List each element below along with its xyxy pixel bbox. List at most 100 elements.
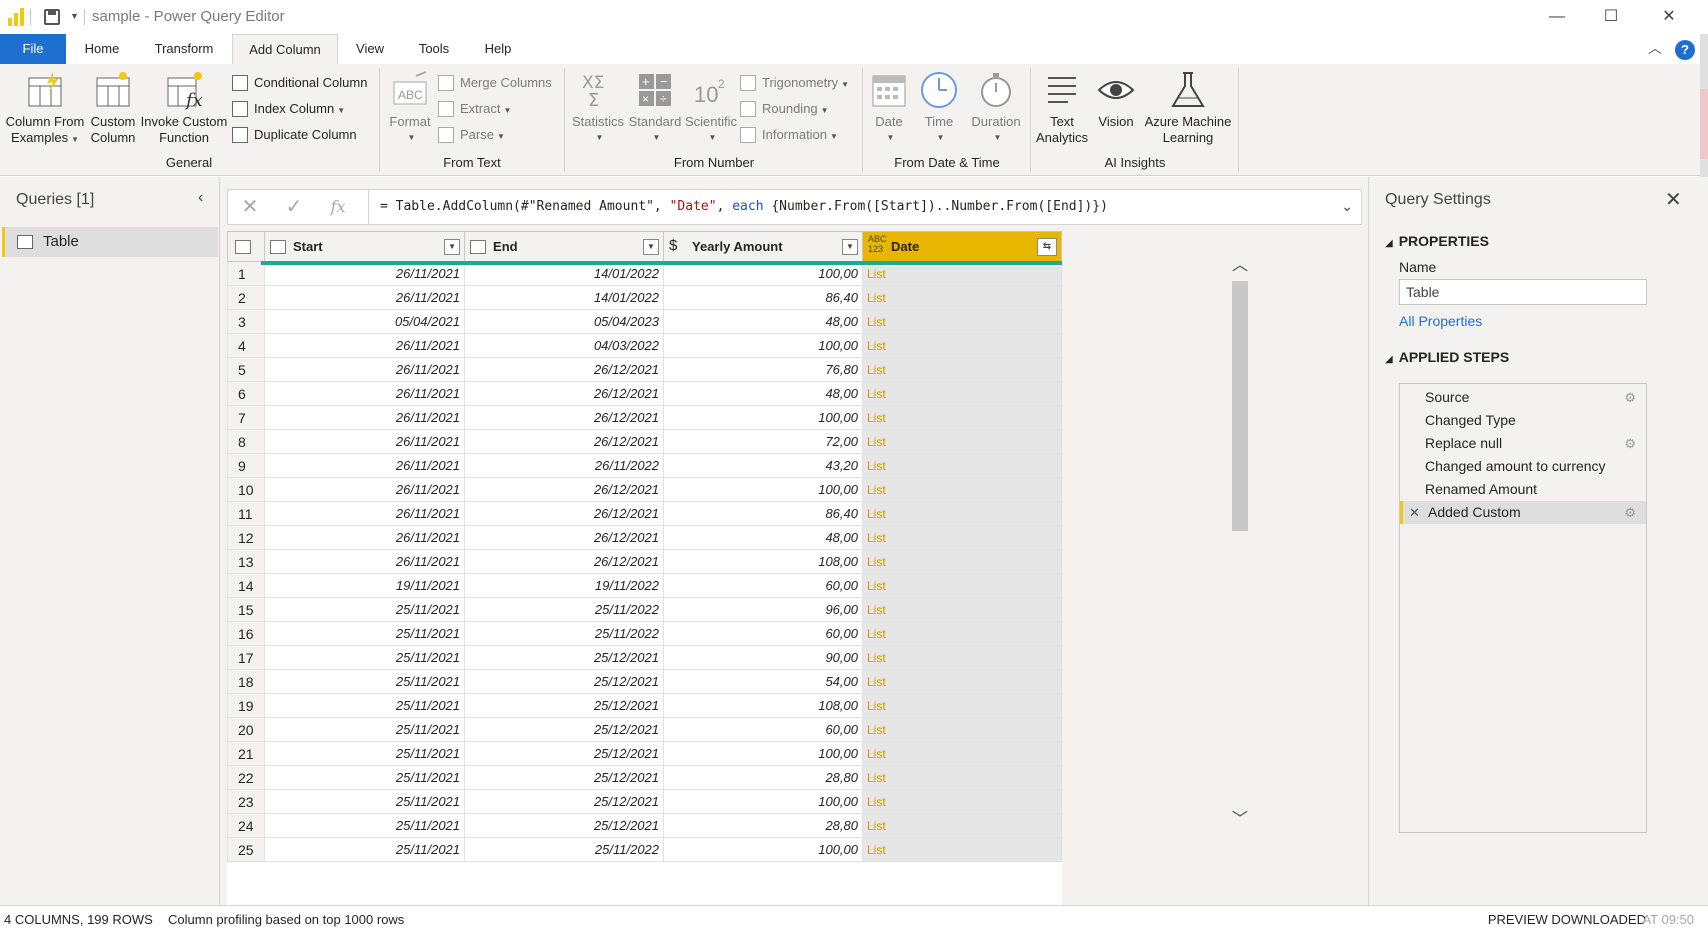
all-properties-link[interactable]: All Properties: [1399, 313, 1482, 329]
save-icon[interactable]: [44, 9, 60, 25]
applied-step[interactable]: ✕ Added Custom ⚙: [1400, 501, 1646, 524]
cell-date-list[interactable]: List: [862, 549, 1062, 574]
table-row[interactable]: 20 25/11/2021 25/12/2021 60,00 List: [227, 717, 1062, 742]
formula-input[interactable]: = Table.AddColumn(#"Renamed Amount", "Da…: [380, 190, 1108, 224]
filter-dropdown-icon[interactable]: ▼: [643, 239, 660, 255]
maximize-button[interactable]: ☐: [1588, 4, 1634, 30]
filter-dropdown-icon[interactable]: ▼: [842, 239, 858, 255]
information-button[interactable]: Information ▼: [740, 124, 838, 146]
trigonometry-button[interactable]: Trigonometry ▼: [740, 72, 849, 94]
cell-date-list[interactable]: List: [862, 357, 1062, 382]
table-row[interactable]: 22 25/11/2021 25/12/2021 28,80 List: [227, 765, 1062, 790]
applied-step[interactable]: Source ⚙: [1400, 386, 1646, 409]
table-row[interactable]: 1 26/11/2021 14/01/2022 100,00 List: [227, 261, 1062, 286]
close-settings-icon[interactable]: ✕: [1665, 187, 1682, 212]
rounding-button[interactable]: Rounding ▼: [740, 98, 829, 120]
duplicate-column-button[interactable]: Duplicate Column: [232, 124, 357, 146]
cell-date-list[interactable]: List: [862, 309, 1062, 334]
custom-column-button[interactable]: Custom Column: [88, 70, 138, 146]
table-row[interactable]: 10 26/11/2021 26/12/2021 100,00 List: [227, 477, 1062, 502]
tab-home[interactable]: Home: [74, 34, 130, 64]
step-settings-gear-icon[interactable]: ⚙: [1624, 501, 1636, 524]
cell-date-list[interactable]: List: [862, 837, 1062, 862]
table-row[interactable]: 11 26/11/2021 26/12/2021 86,40 List: [227, 501, 1062, 526]
cell-date-list[interactable]: List: [862, 285, 1062, 310]
time-button[interactable]: Time ▼: [914, 70, 964, 146]
cell-date-list[interactable]: List: [862, 333, 1062, 358]
cell-date-list[interactable]: List: [862, 645, 1062, 670]
table-row[interactable]: 15 25/11/2021 25/11/2022 96,00 List: [227, 597, 1062, 622]
table-row[interactable]: 16 25/11/2021 25/11/2022 60,00 List: [227, 621, 1062, 646]
table-row[interactable]: 17 25/11/2021 25/12/2021 90,00 List: [227, 645, 1062, 670]
table-row[interactable]: 6 26/11/2021 26/12/2021 48,00 List: [227, 381, 1062, 406]
applied-step[interactable]: Changed amount to currency: [1400, 455, 1646, 478]
applied-step[interactable]: Replace null ⚙: [1400, 432, 1646, 455]
table-row[interactable]: 13 26/11/2021 26/12/2021 108,00 List: [227, 549, 1062, 574]
query-name-input[interactable]: Table: [1399, 279, 1647, 305]
table-row[interactable]: 3 05/04/2021 05/04/2023 48,00 List: [227, 309, 1062, 334]
table-row[interactable]: 12 26/11/2021 26/12/2021 48,00 List: [227, 525, 1062, 550]
vision-button[interactable]: Vision: [1092, 70, 1140, 130]
properties-heading[interactable]: ◢ PROPERTIES: [1385, 233, 1489, 249]
cell-date-list[interactable]: List: [862, 525, 1062, 550]
cell-date-list[interactable]: List: [862, 789, 1062, 814]
scroll-down-icon[interactable]: ﹀: [1230, 805, 1250, 829]
invoke-custom-function-button[interactable]: fx Invoke Custom Function: [138, 70, 230, 146]
step-settings-gear-icon[interactable]: ⚙: [1624, 386, 1636, 409]
cell-date-list[interactable]: List: [862, 477, 1062, 502]
statistics-button[interactable]: XΣ Σ Statistics ▼: [568, 70, 628, 146]
tab-tools[interactable]: Tools: [410, 34, 458, 64]
applied-step[interactable]: Renamed Amount: [1400, 478, 1646, 501]
table-row[interactable]: 18 25/11/2021 25/12/2021 54,00 List: [227, 669, 1062, 694]
help-icon[interactable]: ?: [1675, 40, 1695, 60]
table-row[interactable]: 4 26/11/2021 04/03/2022 100,00 List: [227, 333, 1062, 358]
cell-date-list[interactable]: List: [862, 573, 1062, 598]
cell-date-list[interactable]: List: [862, 453, 1062, 478]
table-row[interactable]: 7 26/11/2021 26/12/2021 100,00 List: [227, 405, 1062, 430]
vertical-scrollbar[interactable]: ︿ ﹀: [1230, 245, 1250, 847]
collapse-left-icon[interactable]: ‹: [198, 189, 203, 207]
duration-button[interactable]: Duration ▼: [964, 70, 1028, 146]
conditional-column-button[interactable]: Conditional Column: [232, 72, 367, 94]
expand-formula-icon[interactable]: ⌄: [1341, 198, 1353, 215]
table-row[interactable]: 9 26/11/2021 26/11/2022 43,20 List: [227, 453, 1062, 478]
cell-date-list[interactable]: List: [862, 741, 1062, 766]
cell-date-list[interactable]: List: [862, 405, 1062, 430]
cell-date-list[interactable]: List: [862, 765, 1062, 790]
table-row[interactable]: 25 25/11/2021 25/11/2022 100,00 List: [227, 837, 1062, 862]
table-row[interactable]: 23 25/11/2021 25/12/2021 100,00 List: [227, 789, 1062, 814]
column-header-yearly-amount[interactable]: $ Yearly Amount ▼: [663, 231, 863, 262]
table-row[interactable]: 19 25/11/2021 25/12/2021 108,00 List: [227, 693, 1062, 718]
extract-button[interactable]: Extract ▼: [438, 98, 511, 120]
cell-date-list[interactable]: List: [862, 693, 1062, 718]
column-header-end[interactable]: End ▼: [464, 231, 665, 262]
table-row[interactable]: 21 25/11/2021 25/12/2021 100,00 List: [227, 741, 1062, 766]
tab-add-column[interactable]: Add Column: [232, 34, 338, 64]
standard-button[interactable]: + − × ÷ Standard ▼: [626, 70, 684, 146]
table-row[interactable]: 8 26/11/2021 26/12/2021 72,00 List: [227, 429, 1062, 454]
cell-date-list[interactable]: List: [862, 621, 1062, 646]
status-profiling[interactable]: Column profiling based on top 1000 rows: [168, 912, 404, 927]
index-column-button[interactable]: Index Column ▼: [232, 98, 345, 120]
query-item-table[interactable]: Table: [2, 227, 218, 257]
cell-date-list[interactable]: List: [862, 717, 1062, 742]
filter-dropdown-icon[interactable]: ▼: [444, 239, 461, 255]
expand-column-icon[interactable]: ⇆: [1037, 238, 1057, 256]
fx-icon[interactable]: fx: [316, 190, 360, 224]
merge-columns-button[interactable]: Merge Columns: [438, 72, 552, 94]
format-button[interactable]: ABC Format ▼: [384, 70, 436, 146]
table-menu-corner[interactable]: [227, 231, 265, 262]
scroll-up-icon[interactable]: ︿: [1230, 251, 1250, 275]
tab-file[interactable]: File: [0, 34, 66, 64]
cell-date-list[interactable]: List: [862, 429, 1062, 454]
applied-step[interactable]: Changed Type: [1400, 409, 1646, 432]
column-from-examples-button[interactable]: Column From Examples ▼: [4, 70, 86, 148]
column-header-date[interactable]: ABC 123 Date ⇆: [862, 231, 1062, 262]
delete-step-icon[interactable]: ✕: [1409, 501, 1420, 524]
tab-view[interactable]: View: [348, 34, 392, 64]
cell-date-list[interactable]: List: [862, 669, 1062, 694]
cancel-formula-icon[interactable]: ✕: [228, 190, 272, 224]
column-header-start[interactable]: Start ▼: [263, 231, 466, 262]
scroll-thumb[interactable]: [1232, 281, 1248, 531]
applied-steps-heading[interactable]: ◢ APPLIED STEPS: [1385, 349, 1509, 365]
